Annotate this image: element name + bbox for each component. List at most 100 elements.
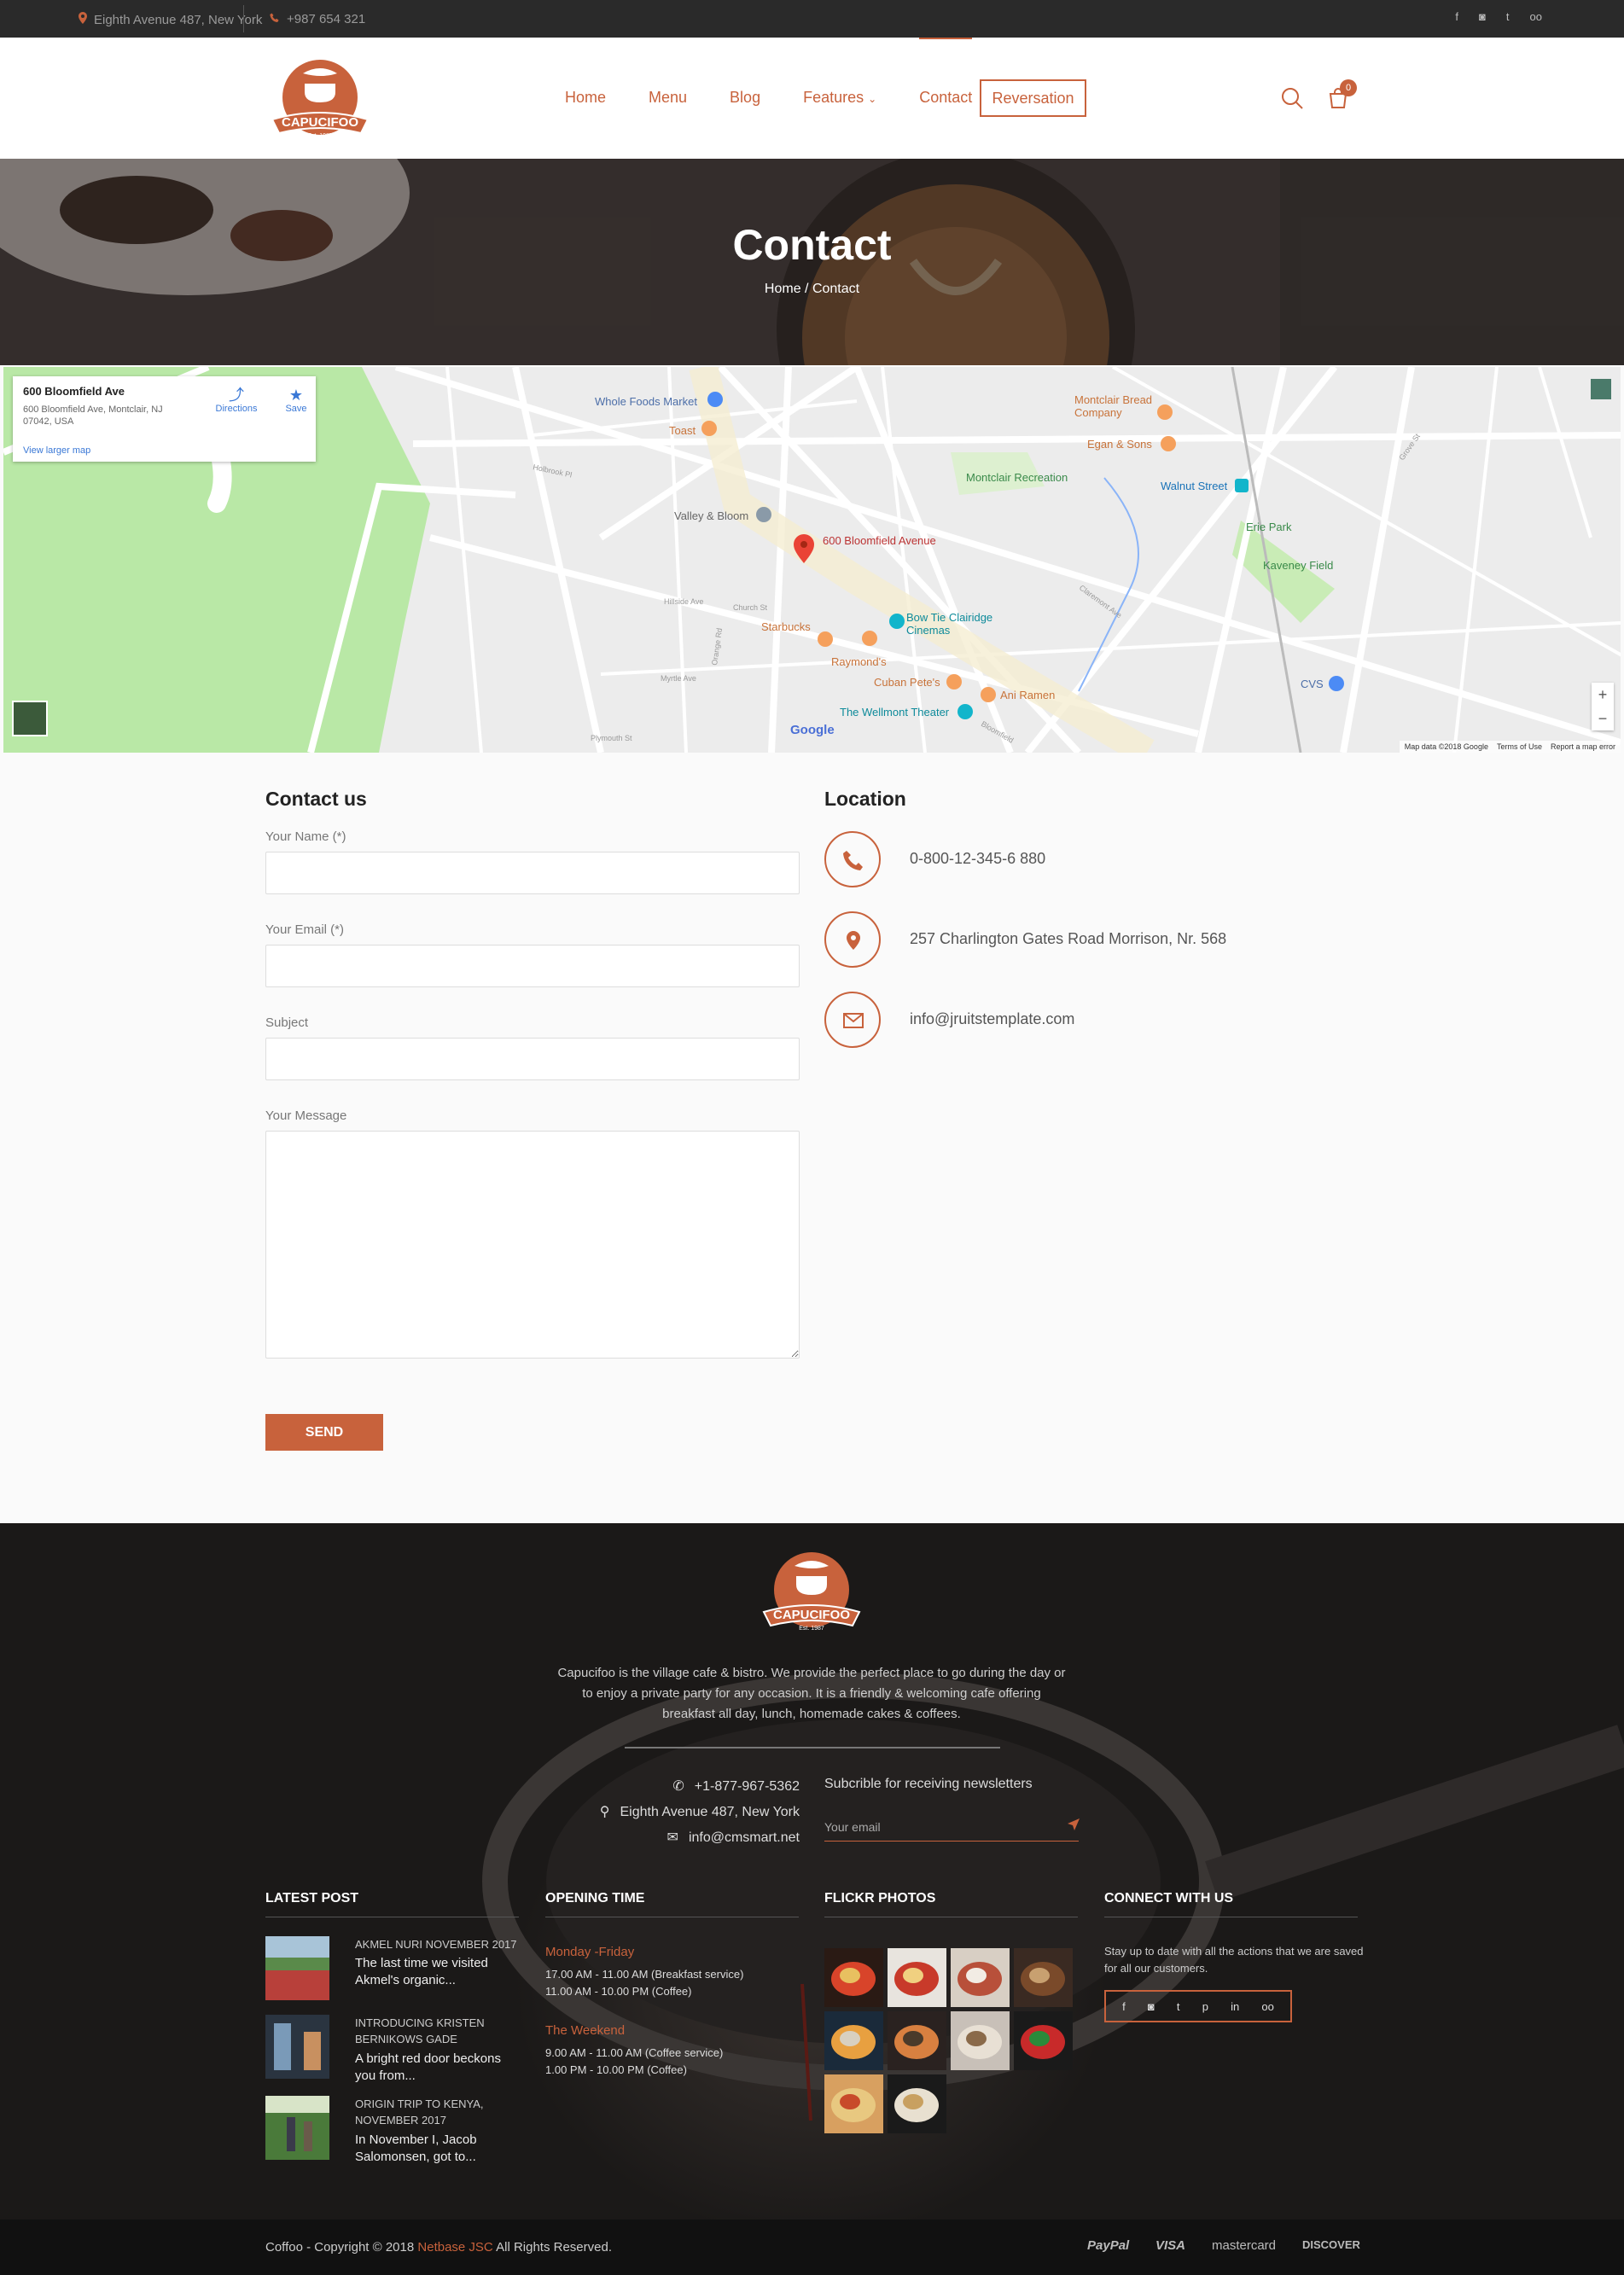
map-place[interactable]: Whole Foods Market [595, 395, 697, 408]
post-thumbnail[interactable] [265, 2096, 329, 2160]
map-place[interactable]: Raymond's [831, 655, 887, 668]
send-button[interactable]: SEND [265, 1414, 383, 1451]
view-larger-map-link[interactable]: View larger map [23, 445, 90, 456]
pinterest-icon[interactable]: p [1202, 2000, 1208, 2013]
map-place[interactable]: Montclair Recreation [966, 471, 1068, 484]
copyright-text: Coffoo - Copyright © 2018 Netbase JSC Al… [265, 2240, 612, 2255]
zoom-out-button[interactable]: − [1592, 707, 1614, 730]
breadcrumb[interactable]: Home / Contact [0, 282, 1624, 297]
subject-label: Subject [265, 1015, 309, 1030]
flickr-photo[interactable] [824, 2074, 883, 2133]
terms-link[interactable]: Terms of Use [1497, 741, 1542, 753]
newsletter-title: Subcrible for receiving newsletters [824, 1777, 1033, 1791]
map-pin-label[interactable]: 600 Bloomfield Avenue [823, 534, 936, 547]
search-icon[interactable] [1280, 86, 1304, 110]
latest-post-title: LATEST POST [265, 1891, 359, 1906]
site-footer: CAPUCIFOO Est. 1987 Capucifoo is the vil… [0, 1523, 1624, 2220]
email-input[interactable] [265, 945, 800, 987]
map-place[interactable]: Erie Park [1246, 521, 1291, 533]
map-place[interactable]: Bow Tie Clairidge Cinemas [906, 611, 1009, 637]
flickr-photo[interactable] [888, 2011, 946, 2070]
send-arrow-icon[interactable] [1067, 1818, 1080, 1836]
latest-post-item[interactable]: ORIGIN TRIP TO KENYA, NOVEMBER 2017 In N… [265, 2096, 521, 2164]
weekend-hours: 1.00 PM - 10.00 PM (Coffee) [545, 2063, 687, 2076]
save-button[interactable]: ★ Save [279, 387, 313, 414]
map-pin-icon [79, 12, 87, 27]
flickr-title: FLICKR PHOTOS [824, 1891, 936, 1906]
flickr-photo[interactable] [824, 1948, 883, 2007]
tripadvisor-icon[interactable]: oo [1530, 10, 1542, 23]
flickr-photo[interactable] [951, 2011, 1010, 2070]
newsletter-email-input[interactable]: Your email [824, 1812, 1079, 1842]
topbar-divider [243, 5, 244, 32]
reservation-button[interactable]: Reversation [980, 79, 1086, 117]
flickr-photo[interactable] [888, 1948, 946, 2007]
flickr-photo[interactable] [1014, 2011, 1073, 2070]
connect-title: CONNECT WITH US [1104, 1891, 1234, 1906]
instagram-icon[interactable]: ◙ [1479, 10, 1486, 23]
flickr-photo[interactable] [824, 2011, 883, 2070]
contact-form-title: Contact us [265, 788, 367, 810]
map-place[interactable]: Toast [669, 424, 696, 437]
netbase-link[interactable]: Netbase JSC [417, 2240, 492, 2255]
twitter-icon[interactable]: t [1177, 2000, 1180, 2013]
subject-input[interactable] [265, 1038, 800, 1080]
footer-about-text: Capucifoo is the village cafe & bistro. … [557, 1666, 1066, 1721]
post-meta: AKMEL NURI NOVEMBER 2017 [355, 1938, 517, 1951]
twitter-icon[interactable]: t [1506, 10, 1510, 23]
cart-count-badge: 0 [1340, 79, 1357, 96]
map-place[interactable]: Cuban Pete's [874, 676, 940, 689]
nav-home[interactable]: Home [565, 79, 606, 115]
directions-button[interactable]: ⤴ Directions [211, 387, 262, 414]
map-place[interactable]: Egan & Sons [1087, 438, 1152, 451]
envelope-icon: ✉ [666, 1830, 678, 1845]
map-place[interactable]: The Wellmont Theater [840, 706, 949, 719]
map-place[interactable]: Montclair Bread Company [1074, 393, 1185, 419]
post-excerpt[interactable]: In November I, Jacob Salomonsen, got to.… [355, 2132, 517, 2166]
name-input[interactable] [265, 852, 800, 894]
nav-contact[interactable]: Contact [919, 38, 973, 115]
site-header: CAPUCIFOO Est. 1987 Home Menu Blog Featu… [0, 38, 1624, 159]
map-place[interactable]: Walnut Street [1161, 480, 1227, 492]
post-excerpt[interactable]: A bright red door beckons you from... [355, 2051, 517, 2085]
instagram-icon[interactable]: ◙ [1148, 2000, 1155, 2013]
topbar-socials: f ◙ t oo [1455, 10, 1542, 23]
map-place[interactable]: Kaveney Field [1263, 559, 1333, 572]
google-map[interactable]: Claremont Ave Grove St Orange Rd Bloomfi… [3, 367, 1621, 753]
svg-text:Myrtle Ave: Myrtle Ave [661, 674, 696, 683]
post-thumbnail[interactable] [265, 1936, 329, 2000]
latest-post-item[interactable]: AKMEL NURI NOVEMBER 2017 The last time w… [265, 1936, 521, 2004]
svg-text:Church St: Church St [733, 603, 768, 612]
facebook-icon[interactable]: f [1455, 10, 1458, 23]
flickr-photo[interactable] [1014, 1948, 1073, 2007]
flickr-photo[interactable] [951, 1948, 1010, 2007]
map-pin-icon [824, 911, 881, 968]
svg-text:Hillside Ave: Hillside Ave [664, 597, 703, 606]
nav-menu[interactable]: Menu [649, 79, 687, 115]
map-pin-icon: ⚲ [599, 1805, 610, 1819]
map-place[interactable]: Ani Ramen [1000, 689, 1055, 701]
map-place[interactable]: Starbucks [761, 620, 811, 633]
report-error-link[interactable]: Report a map error [1551, 741, 1615, 753]
map-place[interactable]: Valley & Bloom [674, 509, 748, 522]
visa-logo: VISA [1155, 2238, 1186, 2253]
tripadvisor-icon[interactable]: oo [1261, 2000, 1273, 2013]
map-place[interactable]: CVS [1301, 678, 1324, 690]
chevron-down-icon: ⌄ [868, 93, 877, 105]
email-label: Your Email (*) [265, 922, 344, 937]
map-attribution: Map data ©2018 Google Terms of Use Repor… [1399, 741, 1621, 753]
weekday-title: Monday -Friday [545, 1945, 635, 1959]
nav-blog[interactable]: Blog [730, 79, 760, 115]
flickr-photo[interactable] [888, 2074, 946, 2133]
facebook-icon[interactable]: f [1122, 2000, 1126, 2013]
linkedin-icon[interactable]: in [1231, 2000, 1239, 2013]
message-textarea[interactable] [265, 1131, 800, 1359]
post-thumbnail[interactable] [265, 2015, 329, 2079]
latest-post-item[interactable]: INTRODUCING KRISTEN BERNIKOWS GADE A bri… [265, 2015, 521, 2083]
nav-features[interactable]: Features ⌄ [803, 79, 876, 115]
zoom-in-button[interactable]: + [1592, 683, 1614, 707]
map-card-address: 600 Bloomfield Ave, Montclair, NJ 07042,… [23, 404, 163, 427]
footer-logo[interactable]: CAPUCIFOO Est. 1987 [757, 1547, 866, 1638]
site-logo[interactable]: CAPUCIFOO Est. 1987 [265, 55, 375, 143]
post-excerpt[interactable]: The last time we visited Akmel's organic… [355, 1955, 517, 1989]
